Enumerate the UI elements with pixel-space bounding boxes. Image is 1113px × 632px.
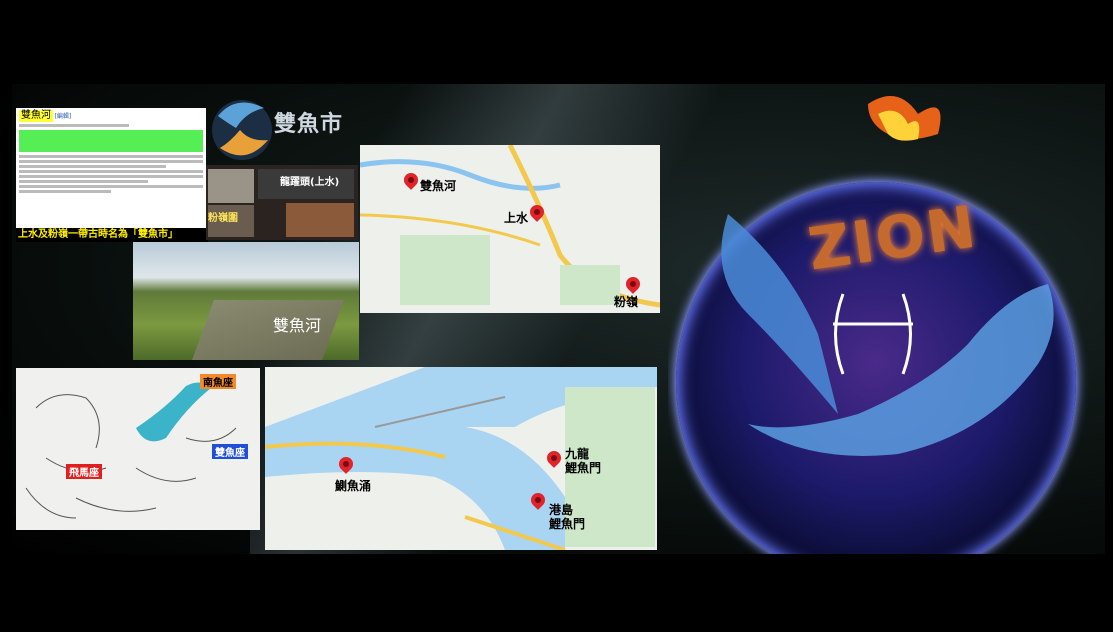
- zion-emblem: ZION: [668, 84, 1105, 554]
- wiki-text-lines: [19, 124, 203, 127]
- map-top-pin-3: 粉嶺: [614, 295, 639, 309]
- wiki-edit-link[interactable]: [編輯]: [55, 113, 72, 120]
- label-pegasus: 飛馬座: [66, 464, 102, 479]
- collage-label-top: 龍躍頭(上水): [280, 177, 340, 188]
- wiki-text-lines-2: [19, 155, 203, 193]
- collage-label-bottom: 粉嶺圍: [208, 213, 238, 224]
- village-collage: 龍躍頭(上水) 粉嶺圍: [206, 165, 358, 240]
- fish-market-logo: 雙魚市: [206, 86, 366, 170]
- map-top-pin-2: 上水: [504, 211, 529, 225]
- video-frame: 雙魚河 [編輯] 上水及粉嶺一帶古時名為「雙魚市」 雙魚市 龍躍頭(上水) 粉嶺…: [0, 0, 1113, 632]
- wiki-caption: 上水及粉嶺一帶古時名為「雙魚市」: [16, 228, 208, 242]
- label-piscis-austrinus: 南魚座: [200, 374, 236, 389]
- label-pisces: 雙魚座: [212, 444, 248, 459]
- river-water: [192, 300, 344, 360]
- twin-fish-illustration: [721, 96, 1054, 456]
- river-label: 雙魚河: [273, 316, 322, 335]
- map-bottom-pin-3: 港島 鯉魚門: [549, 503, 586, 531]
- map-victoria-harbour: 鰂魚涌 九龍 鯉魚門 港島 鯉魚門: [265, 367, 657, 550]
- map-top-pin-1: 雙魚河: [420, 179, 457, 193]
- star-chart: 南魚座 雙魚座 飛馬座: [16, 368, 260, 530]
- twin-fish-icon: [212, 100, 272, 160]
- wiki-highlight-block: [19, 130, 203, 152]
- map-bottom-pin-1: 鰂魚涌: [335, 479, 372, 493]
- wiki-title: 雙魚河: [19, 110, 53, 122]
- map-roads: [360, 145, 660, 313]
- river-photo: 雙魚河: [133, 242, 359, 360]
- map-sheung-shui: 雙魚河 上水 粉嶺: [360, 145, 660, 313]
- map-bottom-pin-2: 九龍 鯉魚門: [565, 447, 602, 475]
- logo-text: 雙魚市: [274, 112, 344, 137]
- wiki-snippet-panel: 雙魚河 [編輯]: [16, 108, 206, 228]
